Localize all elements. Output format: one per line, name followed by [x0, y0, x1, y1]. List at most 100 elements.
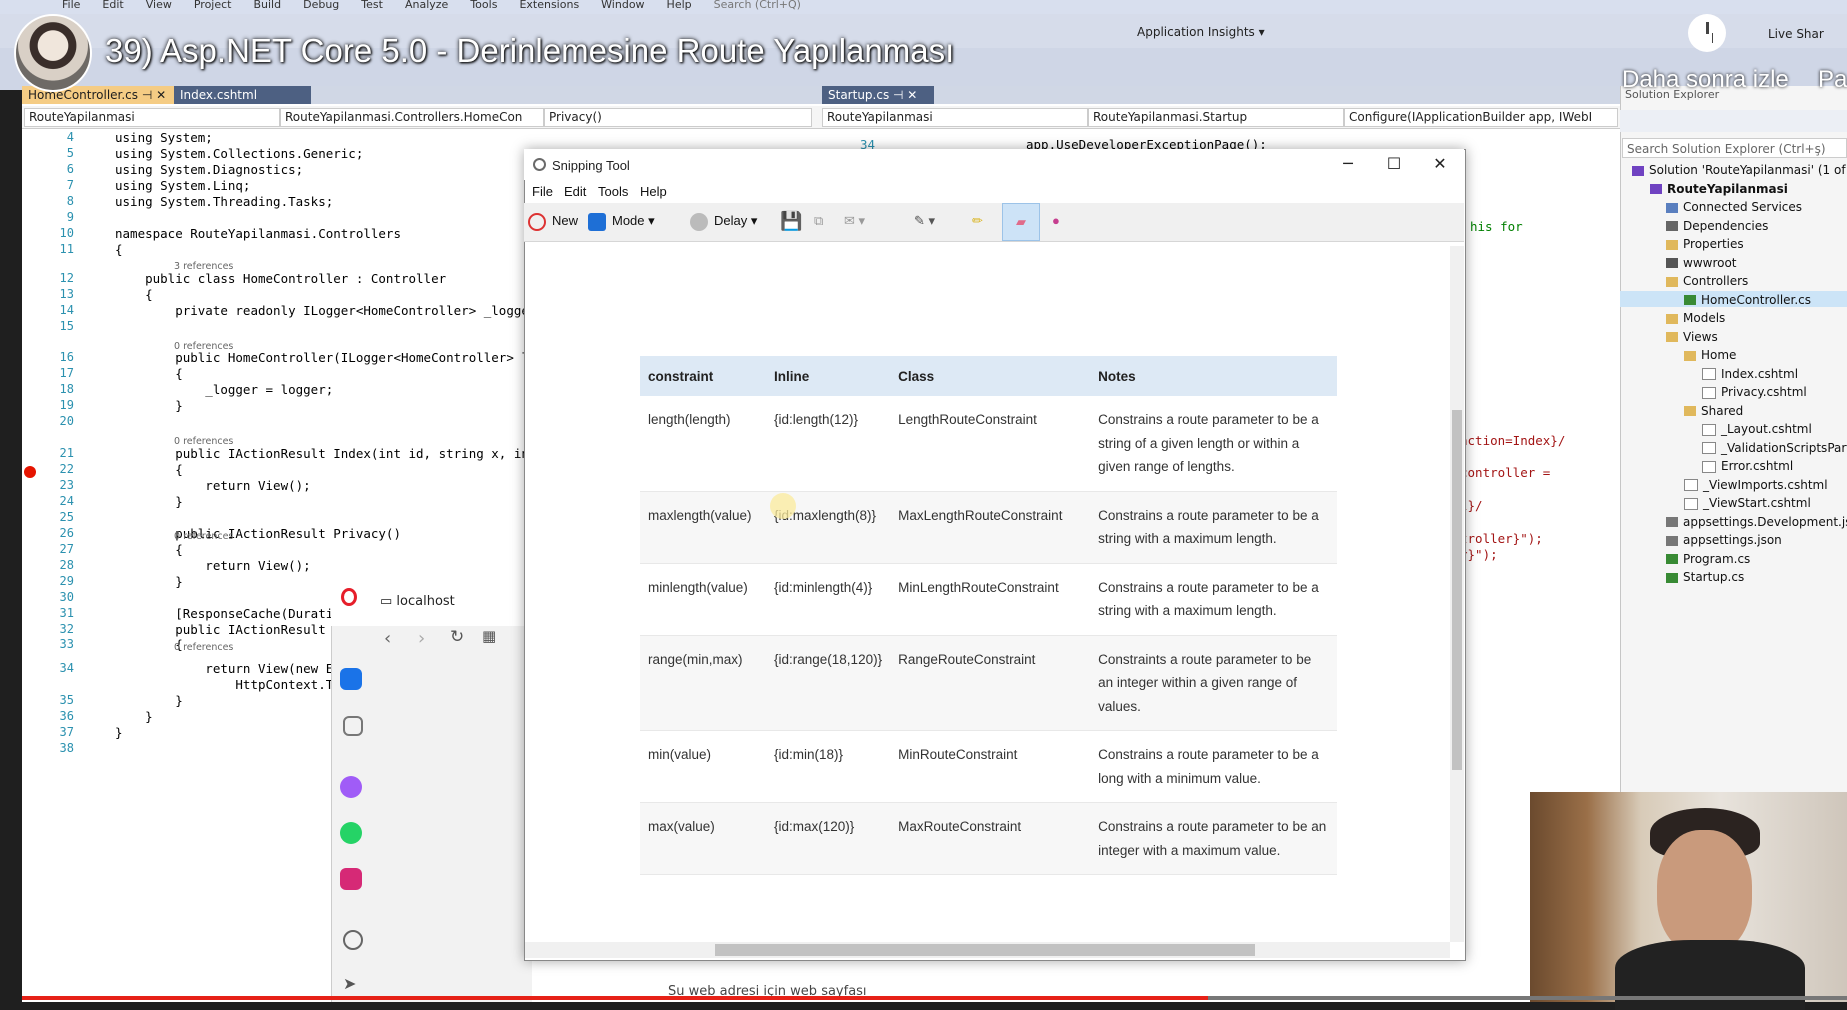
- tab-index-cshtml[interactable]: Index.cshtml: [174, 86, 311, 104]
- mode-button[interactable]: Mode ▾: [588, 203, 655, 239]
- solution-tree-item[interactable]: _ValidationScriptsParti: [1702, 440, 1847, 456]
- snip-menu-file[interactable]: File: [532, 184, 553, 199]
- codelens-refs[interactable]: 0 references: [174, 436, 233, 447]
- player-icon[interactable]: [343, 930, 363, 950]
- solution-tree-item[interactable]: Solution 'RouteYapilanmasi' (1 of 1: [1632, 162, 1847, 178]
- send-icon[interactable]: ➤: [343, 974, 356, 993]
- menu-file[interactable]: File: [62, 0, 80, 14]
- close-button[interactable]: ✕: [1420, 152, 1460, 176]
- browser-tab-localhost[interactable]: ▭ localhost: [380, 594, 455, 609]
- menu-build[interactable]: Build: [253, 0, 281, 14]
- solution-tree-item[interactable]: Shared: [1684, 403, 1743, 419]
- solution-tree-item[interactable]: wwwroot: [1666, 255, 1737, 271]
- breakpoint-marker[interactable]: [24, 466, 36, 478]
- solution-search-input[interactable]: Search Solution Explorer (Ctrl+ş): [1622, 138, 1847, 158]
- maximize-button[interactable]: ☐: [1374, 152, 1414, 176]
- watch-later-clock-icon[interactable]: [1688, 14, 1726, 52]
- menu-view[interactable]: View: [146, 0, 172, 14]
- solution-tree-item[interactable]: Error.cshtml: [1702, 458, 1793, 474]
- solution-tree-item[interactable]: Privacy.cshtml: [1702, 384, 1807, 400]
- solution-tree-item[interactable]: Properties: [1666, 236, 1744, 252]
- menu-help[interactable]: Help: [667, 0, 692, 14]
- app-insights-label: Application Insights: [1137, 25, 1255, 39]
- paint3d-icon[interactable]: ●: [1052, 203, 1060, 239]
- video-title[interactable]: 39) Asp.NET Core 5.0 - Derinlemesine Rou…: [105, 32, 954, 70]
- solution-tree-item[interactable]: HomeController.cs: [1684, 292, 1811, 308]
- app-insights-button[interactable]: Application Insights ▾: [1137, 25, 1265, 39]
- solution-tree-item[interactable]: Program.cs: [1666, 551, 1750, 567]
- home-sidebar-icon[interactable]: [340, 668, 362, 690]
- codelens-refs[interactable]: 0 references: [174, 341, 233, 352]
- menu-window[interactable]: Window: [601, 0, 644, 14]
- channel-avatar[interactable]: [14, 14, 92, 92]
- solution-tree-item[interactable]: Index.cshtml: [1702, 366, 1798, 382]
- codelens-refs[interactable]: 3 references: [174, 261, 233, 272]
- minimize-button[interactable]: ─: [1328, 152, 1368, 176]
- snip-menu-help[interactable]: Help: [640, 184, 667, 199]
- snipping-tool-menu: File Edit Tools Help: [524, 181, 1464, 201]
- save-icon[interactable]: 💾: [780, 203, 802, 239]
- eraser-icon[interactable]: ▰: [1002, 203, 1040, 241]
- code-line: {: [115, 637, 183, 652]
- codelens-refs[interactable]: 0 references: [174, 642, 233, 653]
- cs-icon: [1684, 295, 1696, 305]
- send-snip-icon[interactable]: ✉ ▾: [844, 203, 865, 239]
- menu-edit[interactable]: Edit: [102, 0, 123, 14]
- right-class-dropdown[interactable]: RouteYapilanmasi.Startup: [1088, 108, 1344, 127]
- solution-tree-item[interactable]: appsettings.Development.jsc: [1666, 514, 1847, 530]
- snipping-tool-titlebar[interactable]: [524, 149, 1464, 180]
- opera-logo-icon[interactable]: [341, 588, 357, 606]
- horizontal-scroll-thumb[interactable]: [715, 944, 1255, 956]
- solution-tree-item[interactable]: Views: [1666, 329, 1718, 345]
- menu-test[interactable]: Test: [361, 0, 383, 14]
- delay-button[interactable]: Delay ▾: [690, 203, 757, 239]
- right-member-dropdown[interactable]: Configure(IApplicationBuilder app, IWebI: [1344, 108, 1618, 127]
- highlighter-icon[interactable]: ✏: [972, 203, 983, 239]
- solution-tree-item[interactable]: appsettings.json: [1666, 532, 1782, 548]
- snip-menu-edit[interactable]: Edit: [564, 184, 586, 199]
- tab-startup[interactable]: Startup.cs ⊣ ✕: [822, 86, 934, 104]
- instagram-icon[interactable]: [340, 868, 362, 890]
- menu-tools[interactable]: Tools: [470, 0, 497, 14]
- vertical-scroll-thumb[interactable]: [1452, 410, 1462, 770]
- class-dropdown[interactable]: RouteYapilanmasi.Controllers.HomeCon: [280, 108, 544, 127]
- solution-tree-item[interactable]: RouteYapilanmasi: [1650, 181, 1788, 197]
- live-share-button[interactable]: Live Shar: [1768, 27, 1824, 41]
- new-snip-button[interactable]: New: [528, 203, 578, 239]
- solution-tree-item[interactable]: Dependencies: [1666, 218, 1768, 234]
- solution-tree-item[interactable]: Startup.cs: [1666, 569, 1744, 585]
- whatsapp-icon[interactable]: [340, 822, 362, 844]
- code-line: using System.Collections.Generic;: [115, 146, 364, 161]
- watch-later-label[interactable]: Daha sonra izle: [1622, 66, 1789, 94]
- solution-tree-item[interactable]: Controllers: [1666, 273, 1748, 289]
- reload-icon[interactable]: ↻: [450, 627, 464, 647]
- solution-tree-item[interactable]: _ViewImports.cshtml: [1684, 477, 1828, 493]
- share-label[interactable]: Pa: [1818, 66, 1847, 94]
- solution-tree-item[interactable]: _ViewStart.cshtml: [1684, 495, 1811, 511]
- messenger-icon[interactable]: [340, 776, 362, 798]
- file-icon: [1702, 386, 1716, 399]
- solution-tree-item[interactable]: _Layout.cshtml: [1702, 421, 1812, 437]
- menu-extensions[interactable]: Extensions: [519, 0, 579, 14]
- project-dropdown[interactable]: RouteYapilanmasi: [24, 108, 280, 127]
- menu-project[interactable]: Project: [194, 0, 232, 14]
- member-dropdown[interactable]: Privacy(): [544, 108, 812, 127]
- forward-icon[interactable]: ›: [418, 628, 425, 649]
- solution-tree-item[interactable]: Home: [1684, 347, 1736, 363]
- bookmarks-sidebar-icon[interactable]: [343, 716, 363, 736]
- code-line: {: [115, 542, 183, 557]
- vs-search-input[interactable]: Search (Ctrl+Q): [714, 0, 801, 14]
- tabs-grid-icon[interactable]: ▦: [482, 627, 496, 645]
- solution-tree-item[interactable]: Connected Services: [1666, 199, 1802, 215]
- pen-icon[interactable]: ✎ ▾: [914, 203, 935, 239]
- delay-clock-icon: [690, 212, 708, 231]
- menu-debug[interactable]: Debug: [303, 0, 339, 14]
- menu-analyze[interactable]: Analyze: [405, 0, 448, 14]
- snip-menu-tools[interactable]: Tools: [598, 184, 628, 199]
- right-project-dropdown[interactable]: RouteYapilanmasi: [822, 108, 1088, 127]
- solution-tree-item[interactable]: Models: [1666, 310, 1725, 326]
- line-number: 8: [66, 194, 74, 208]
- back-icon[interactable]: ‹: [384, 628, 391, 649]
- codelens-refs[interactable]: 0 references: [174, 531, 233, 542]
- copy-icon[interactable]: ⧉: [814, 203, 823, 239]
